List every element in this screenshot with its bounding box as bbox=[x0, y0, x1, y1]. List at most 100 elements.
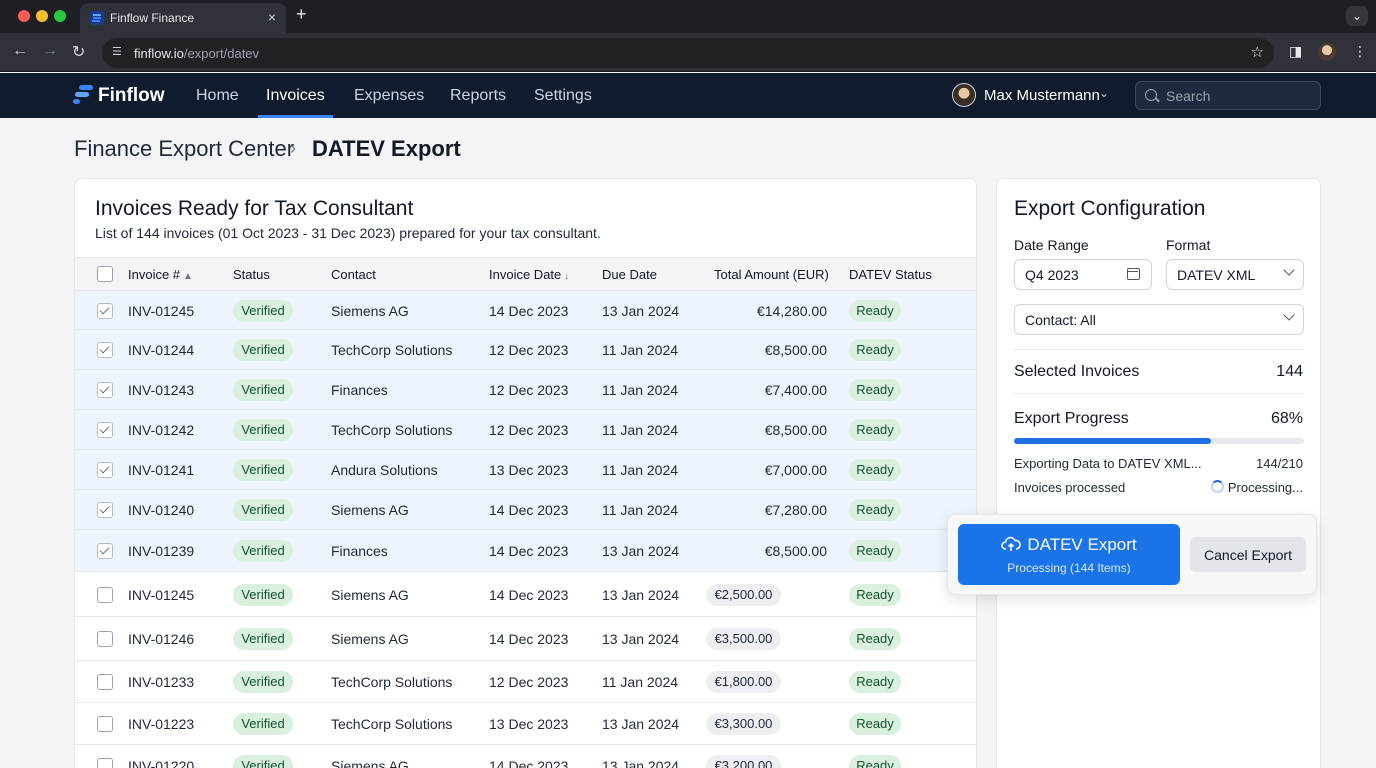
forward-arrow-icon[interactable]: → bbox=[42, 42, 58, 60]
profile-avatar[interactable] bbox=[1318, 43, 1336, 61]
table-row[interactable]: INV-01245 Verified Siemens AG 14 Dec 2023 13… bbox=[75, 291, 976, 330]
contact-name: Finances bbox=[331, 543, 388, 559]
datev-status-badge: Ready bbox=[849, 671, 901, 693]
new-tab-icon[interactable]: + bbox=[296, 4, 307, 25]
row-checkbox[interactable] bbox=[97, 543, 113, 559]
col-contact[interactable]: Contact bbox=[331, 267, 376, 282]
row-checkbox[interactable] bbox=[97, 716, 113, 732]
tab-search-chevron-icon[interactable]: ⌄ bbox=[1346, 6, 1368, 26]
nav-invoices[interactable]: Invoices bbox=[266, 87, 325, 105]
user-menu-chevron-icon[interactable]: ⌄ bbox=[1099, 86, 1109, 100]
invoice-number[interactable]: INV-01245 bbox=[128, 587, 194, 603]
status-badge: Verified bbox=[233, 339, 293, 361]
table-row[interactable]: INV-01246 Verified Siemens AG 14 Dec 2023 13… bbox=[75, 617, 976, 661]
table-row[interactable]: INV-01243 Verified Finances 12 Dec 2023 11 J… bbox=[75, 370, 976, 410]
invoice-number[interactable]: INV-01246 bbox=[128, 631, 194, 647]
invoice-number[interactable]: INV-01241 bbox=[128, 462, 194, 478]
invoice-number[interactable]: INV-01239 bbox=[128, 543, 194, 559]
browser-tab[interactable]: Finflow Finance × bbox=[80, 3, 286, 33]
due-date: 11 Jan 2024 bbox=[602, 462, 679, 478]
invoice-number[interactable]: INV-01244 bbox=[128, 342, 194, 358]
table-row[interactable]: INV-01239 Verified Finances 14 Dec 2023 13 J… bbox=[75, 530, 976, 572]
tab-close-icon[interactable]: × bbox=[268, 9, 276, 25]
format-select[interactable]: DATEV XML bbox=[1166, 259, 1304, 290]
nav-expenses[interactable]: Expenses bbox=[354, 87, 424, 105]
invoice-number[interactable]: INV-01233 bbox=[128, 674, 194, 690]
active-nav-indicator bbox=[258, 115, 333, 118]
col-datev-status[interactable]: DATEV Status bbox=[849, 267, 932, 282]
table-row[interactable]: INV-01242 Verified TechCorp Solutions 12 De… bbox=[75, 410, 976, 450]
date-range-label: Date Range bbox=[1014, 237, 1089, 253]
datev-export-button[interactable]: DATEV Export Processing (144 Items) bbox=[958, 524, 1180, 585]
total-amount: €8,500.00 bbox=[764, 342, 827, 358]
total-amount: €2,500.00 bbox=[706, 584, 781, 606]
invoice-date: 14 Dec 2023 bbox=[489, 587, 569, 603]
invoice-number[interactable]: INV-01242 bbox=[128, 422, 194, 438]
row-checkbox[interactable] bbox=[97, 342, 113, 358]
contact-name: TechCorp Solutions bbox=[331, 422, 453, 438]
total-amount: €1,800.00 bbox=[706, 671, 781, 693]
col-status[interactable]: Status bbox=[233, 267, 270, 282]
nav-settings[interactable]: Settings bbox=[534, 87, 592, 105]
row-checkbox[interactable] bbox=[97, 758, 113, 768]
contact-select[interactable]: Contact: All bbox=[1014, 304, 1304, 335]
search-input[interactable] bbox=[1166, 86, 1316, 106]
cancel-export-button[interactable]: Cancel Export bbox=[1190, 537, 1306, 572]
col-due-date[interactable]: Due Date bbox=[602, 267, 657, 282]
chevron-down-icon bbox=[1283, 309, 1295, 321]
table-row[interactable]: INV-01241 Verified Andura Solutions 13 Dec … bbox=[75, 450, 976, 490]
nav-home[interactable]: Home bbox=[196, 87, 239, 105]
contact-name: Siemens AG bbox=[331, 631, 409, 647]
breadcrumb-parent[interactable]: Finance Export Center bbox=[74, 136, 294, 162]
table-row[interactable]: INV-01233 Verified TechCorp Solutions 12 De… bbox=[75, 661, 976, 703]
nav-reports[interactable]: Reports bbox=[450, 87, 506, 105]
status-badge: Verified bbox=[233, 540, 293, 562]
col-total-amount[interactable]: Total Amount (EUR) bbox=[714, 267, 829, 282]
chevron-down-icon bbox=[1283, 264, 1295, 276]
table-row[interactable]: INV-01240 Verified Siemens AG 14 Dec 2023 11… bbox=[75, 490, 976, 530]
row-checkbox[interactable] bbox=[97, 631, 113, 647]
row-checkbox[interactable] bbox=[97, 674, 113, 690]
row-checkbox[interactable] bbox=[97, 587, 113, 603]
address-bar[interactable]: ☰ finflow.io/export/datev ☆ bbox=[102, 38, 1274, 68]
invoice-number[interactable]: INV-01243 bbox=[128, 382, 194, 398]
user-avatar[interactable] bbox=[952, 83, 976, 107]
row-checkbox[interactable] bbox=[97, 502, 113, 518]
sidebar-toggle-icon[interactable]: ◨ bbox=[1289, 43, 1302, 60]
site-settings-icon[interactable]: ☰ bbox=[112, 45, 126, 59]
reload-icon[interactable]: ↻ bbox=[72, 42, 85, 62]
contact-name: Siemens AG bbox=[331, 758, 409, 768]
back-arrow-icon[interactable]: ← bbox=[12, 42, 28, 60]
date-range-picker[interactable]: Q4 2023 bbox=[1014, 259, 1152, 290]
invoice-number[interactable]: INV-01240 bbox=[128, 502, 194, 518]
close-window-icon[interactable] bbox=[18, 10, 30, 22]
table-row[interactable]: INV-01220 Verified Siemens AG 14 Dec 2023 13… bbox=[75, 745, 976, 768]
more-menu-icon[interactable]: ⋮ bbox=[1353, 43, 1367, 60]
table-row[interactable]: INV-01223 Verified TechCorp Solutions 13 De… bbox=[75, 703, 976, 745]
contact-name: Finances bbox=[331, 382, 388, 398]
search-box[interactable] bbox=[1135, 81, 1321, 110]
sort-desc-icon: ↓ bbox=[564, 271, 570, 282]
col-invoice-date[interactable]: Invoice Date ↓ bbox=[489, 267, 569, 282]
bookmark-star-icon[interactable]: ☆ bbox=[1251, 43, 1264, 61]
row-checkbox[interactable] bbox=[97, 422, 113, 438]
select-all-checkbox[interactable] bbox=[97, 266, 113, 282]
sort-asc-icon: ▲ bbox=[183, 271, 193, 282]
due-date: 11 Jan 2024 bbox=[602, 382, 679, 398]
due-date: 13 Jan 2024 bbox=[602, 543, 680, 559]
user-name[interactable]: Max Mustermann bbox=[984, 87, 1100, 104]
invoice-number[interactable]: INV-01223 bbox=[128, 716, 194, 732]
row-checkbox[interactable] bbox=[97, 382, 113, 398]
export-progress-fill bbox=[1014, 438, 1212, 444]
invoice-number[interactable]: INV-01220 bbox=[128, 758, 194, 768]
maximize-window-icon[interactable] bbox=[54, 10, 66, 22]
table-row[interactable]: INV-01244 Verified TechCorp Solutions 12 De… bbox=[75, 330, 976, 370]
table-row[interactable]: INV-01245 Verified Siemens AG 14 Dec 2023 13… bbox=[75, 572, 976, 617]
invoice-number[interactable]: INV-01245 bbox=[128, 303, 194, 319]
col-invoice[interactable]: Invoice # ▲ bbox=[128, 267, 193, 282]
minimize-window-icon[interactable] bbox=[36, 10, 48, 22]
row-checkbox[interactable] bbox=[97, 462, 113, 478]
contact-name: TechCorp Solutions bbox=[331, 716, 453, 732]
row-checkbox[interactable] bbox=[97, 303, 113, 319]
contact-name: Siemens AG bbox=[331, 502, 409, 518]
